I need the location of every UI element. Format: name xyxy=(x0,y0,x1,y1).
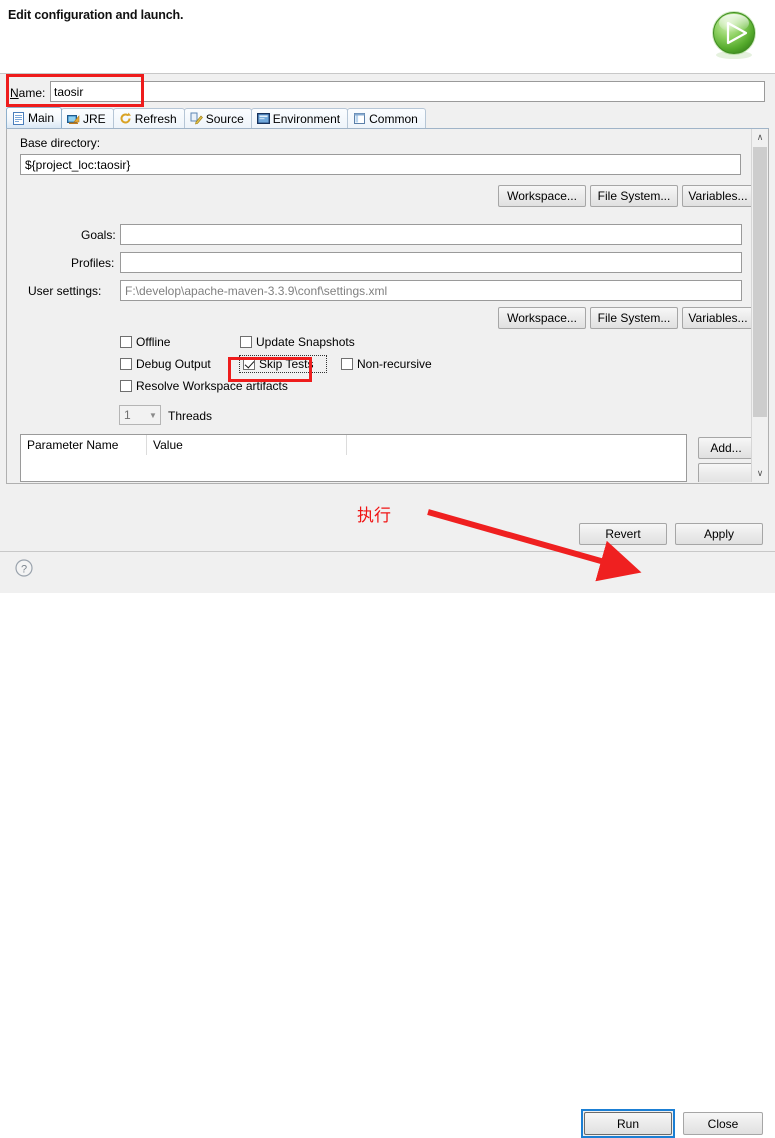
checkbox-resolve-workspace-artifacts[interactable]: Resolve Workspace artifacts xyxy=(120,379,288,393)
apply-button[interactable]: Apply xyxy=(675,523,763,545)
goals-input[interactable] xyxy=(120,224,742,245)
edit-parameter-button-clipped[interactable] xyxy=(698,463,751,482)
checkbox-debug-output[interactable]: Debug Output xyxy=(120,357,241,371)
common-icon xyxy=(353,112,366,125)
run-button[interactable]: Run xyxy=(584,1112,672,1135)
threads-select[interactable]: 1 ▼ xyxy=(119,405,161,425)
profiles-input[interactable] xyxy=(120,252,742,273)
checkbox-label: Resolve Workspace artifacts xyxy=(136,379,288,393)
scrollbar-thumb[interactable] xyxy=(753,147,767,417)
checkbox-offline[interactable]: Offline xyxy=(120,335,240,349)
checkbox-box[interactable] xyxy=(341,358,353,370)
tab-label: Environment xyxy=(272,111,341,126)
checkbox-label: Update Snapshots xyxy=(256,335,355,349)
run-play-icon xyxy=(707,8,761,62)
dialog-header: Edit configuration and launch. xyxy=(0,0,775,74)
checkbox-box[interactable] xyxy=(120,380,132,392)
page-title: Edit configuration and launch. xyxy=(8,8,184,22)
column-header-value: Value xyxy=(147,435,347,455)
checkbox-update-snapshots[interactable]: Update Snapshots xyxy=(240,335,355,349)
goals-label: Goals: xyxy=(81,228,116,242)
tab-refresh[interactable]: Refresh xyxy=(112,108,185,128)
main-tab-scroll-area: Base directory: Workspace... File System… xyxy=(6,129,769,484)
checkbox-box[interactable] xyxy=(240,336,252,348)
tab-main[interactable]: Main xyxy=(6,107,63,128)
checkbox-box[interactable] xyxy=(120,336,132,348)
vertical-scrollbar[interactable]: ∧ ∨ xyxy=(751,129,768,482)
name-row: Name: xyxy=(0,78,775,108)
checkbox-row-2: Debug Output Skip Tests Non-recursive xyxy=(120,355,432,373)
checkbox-label: Non-recursive xyxy=(357,357,432,371)
threads-label: Threads xyxy=(168,409,213,423)
base-directory-workspace-button[interactable]: Workspace... xyxy=(498,185,586,207)
footer-action-bar: Run Close xyxy=(0,552,775,1138)
source-icon xyxy=(190,112,203,125)
tab-environment[interactable]: Environment xyxy=(250,108,349,128)
checkbox-label: Debug Output xyxy=(136,357,211,371)
jre-icon xyxy=(67,112,80,125)
base-directory-label: Base directory: xyxy=(20,136,101,150)
add-parameter-button[interactable]: Add... xyxy=(698,437,751,459)
threads-value: 1 xyxy=(124,408,131,422)
checkbox-label: Offline xyxy=(136,335,171,349)
annotation-text: 执行 xyxy=(357,506,391,526)
tab-label: Refresh xyxy=(134,111,177,126)
column-header-parameter-name: Parameter Name xyxy=(21,435,147,455)
checkbox-row-1: Offline Update Snapshots xyxy=(120,335,355,349)
document-icon xyxy=(12,111,25,125)
tab-label: Common xyxy=(369,111,418,126)
base-directory-filesystem-button[interactable]: File System... xyxy=(590,185,678,207)
dialog-body: Name: Main xyxy=(0,74,775,519)
checkbox-box[interactable] xyxy=(120,358,132,370)
tab-strip: Main JRE Refresh Source Environment Comm… xyxy=(6,107,769,129)
name-label: Name: xyxy=(10,86,46,100)
close-button[interactable]: Close xyxy=(683,1112,763,1135)
checkbox-non-recursive[interactable]: Non-recursive xyxy=(341,357,432,371)
checkbox-row-3: Resolve Workspace artifacts xyxy=(120,379,288,393)
user-settings-variables-button[interactable]: Variables... xyxy=(682,307,751,329)
environment-icon xyxy=(256,112,270,125)
checkbox-box[interactable] xyxy=(243,358,255,370)
refresh-icon xyxy=(119,112,132,125)
column-header-filler xyxy=(347,435,686,455)
tab-label: Main xyxy=(28,111,55,125)
tab-label: Source xyxy=(205,111,244,126)
name-input[interactable] xyxy=(50,81,765,102)
user-settings-filesystem-button[interactable]: File System... xyxy=(590,307,678,329)
help-question-icon[interactable]: ? xyxy=(14,558,34,578)
revert-button[interactable]: Revert xyxy=(579,523,667,545)
base-directory-input[interactable] xyxy=(20,154,741,175)
chevron-down-icon: ▼ xyxy=(149,410,157,420)
main-tab-content: Base directory: Workspace... File System… xyxy=(7,129,751,482)
tab-common[interactable]: Common xyxy=(347,108,426,128)
tab-source[interactable]: Source xyxy=(183,108,252,128)
tab-label: JRE xyxy=(83,111,106,126)
base-directory-variables-button[interactable]: Variables... xyxy=(682,185,751,207)
checkbox-skip-tests[interactable]: Skip Tests xyxy=(239,355,327,373)
profiles-label: Profiles: xyxy=(71,256,115,270)
run-button-focus-ring: Run xyxy=(581,1109,675,1138)
user-settings-label: User settings: xyxy=(28,284,102,298)
user-settings-input[interactable] xyxy=(120,280,742,301)
parameter-table[interactable]: Parameter Name Value xyxy=(20,434,687,482)
checkbox-label: Skip Tests xyxy=(259,357,314,371)
scroll-down-arrow-icon[interactable]: ∨ xyxy=(752,465,768,482)
tab-jre[interactable]: JRE xyxy=(61,108,114,128)
table-header-row: Parameter Name Value xyxy=(21,435,686,455)
scroll-up-arrow-icon[interactable]: ∧ xyxy=(752,129,768,146)
svg-text:?: ? xyxy=(21,563,27,575)
user-settings-workspace-button[interactable]: Workspace... xyxy=(498,307,586,329)
